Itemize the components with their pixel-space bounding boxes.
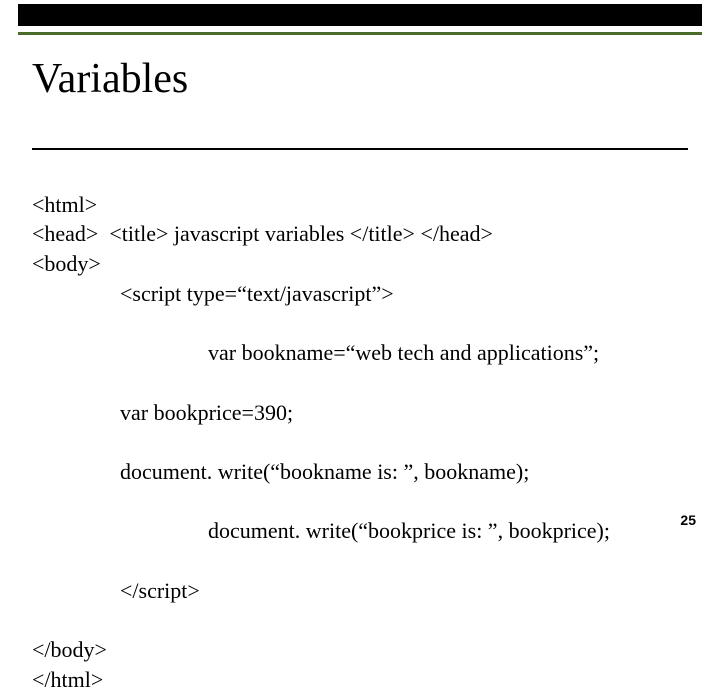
code-block: <html> <head> <title> javascript variabl… — [32, 160, 610, 694]
code-line: <body> — [32, 251, 101, 276]
code-line: </script> — [32, 576, 610, 606]
code-line: <html> — [32, 192, 97, 217]
code-line: </body> — [32, 637, 107, 662]
code-line: var bookprice=390; — [32, 398, 610, 428]
page-number: 25 — [680, 512, 696, 528]
code-line: var bookname=“web tech and applications”… — [32, 338, 610, 368]
top-green-line — [18, 32, 702, 35]
code-line: document. write(“bookprice is: ”, bookpr… — [32, 516, 610, 546]
top-black-band — [18, 4, 702, 26]
code-line: document. write(“bookname is: ”, booknam… — [32, 457, 610, 487]
code-line: </html> — [32, 667, 103, 692]
code-line: <head> <title> javascript variables </ti… — [32, 221, 493, 246]
title-divider — [32, 148, 688, 150]
slide-title: Variables — [32, 55, 188, 103]
code-line: <script type=“text/javascript”> — [32, 279, 610, 309]
